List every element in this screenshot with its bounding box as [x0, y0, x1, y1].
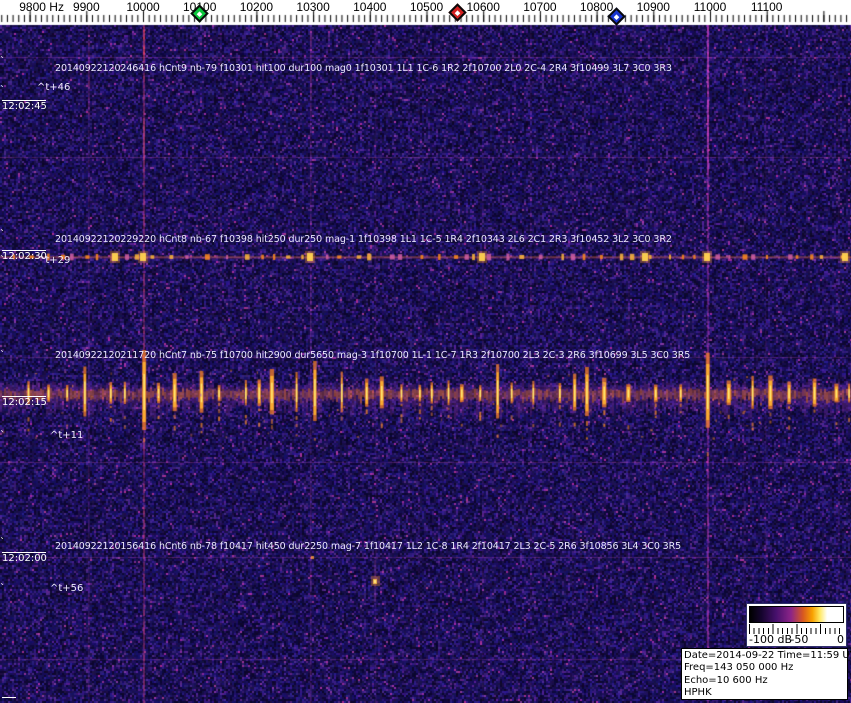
- event-annotation: 20140922120156416 hCnt6 nb-78 f10417 hit…: [55, 541, 682, 552]
- event-time-offset: ^t+56: [50, 583, 84, 594]
- info-box: Date=2014-09-22 Time=11:59 UTC Freq=143 …: [681, 648, 851, 700]
- time-tick: 12:02:00: [2, 552, 47, 564]
- colorbar-panel: -100 dB -50 0: [746, 603, 847, 647]
- left-tick-mark: `: [0, 537, 5, 548]
- time-label: 12:02:00: [2, 553, 47, 564]
- freq-tick-label: 10700: [523, 0, 557, 14]
- event-annotation: 20140922120246416 hCnt9 nb-79 f10301 hit…: [55, 63, 672, 74]
- event-annotation: 20140922120229220 hCnt8 nb-67 f10398 hit…: [55, 234, 672, 245]
- event-annotation: 20140922120211720 hCnt7 nb-75 f10700 hit…: [55, 350, 691, 361]
- left-tick-mark: `: [0, 430, 5, 441]
- freq-tick-label: 10000: [126, 0, 160, 14]
- left-tick-mark: `: [0, 56, 5, 67]
- time-tick: 12:02:45: [2, 100, 47, 112]
- freq-tick-label: 10600: [466, 0, 500, 14]
- left-tick-mark: `: [0, 85, 5, 96]
- freq-tick-label: 10400: [353, 0, 387, 14]
- colorbar-gradient: [749, 606, 844, 623]
- freq-tick-label: 11000: [693, 0, 727, 14]
- info-frequency: Freq=143 050 000 Hz: [684, 662, 794, 674]
- left-tick-mark: `: [0, 229, 5, 240]
- time-label: 12:02:15: [2, 397, 47, 408]
- info-station-code: HPHK: [684, 687, 712, 699]
- time-tick: 12:02:30: [2, 250, 47, 262]
- freq-tick-label: 10500: [409, 0, 444, 14]
- freq-tick-label: 10900: [636, 0, 670, 14]
- time-tick-partial: [2, 697, 16, 698]
- freq-tick-label: 11100: [750, 0, 783, 14]
- freq-tick-label: 10800: [579, 0, 614, 14]
- info-echo: Echo=10 600 Hz: [684, 674, 768, 686]
- freq-tick-label: 10200: [239, 0, 274, 14]
- time-tick: 12:02:15: [2, 396, 47, 408]
- freq-tick-label: 9800 Hz: [19, 0, 64, 14]
- colorbar-label-max: 0: [837, 633, 844, 646]
- left-tick-mark: `: [0, 255, 5, 266]
- time-label: 12:02:45: [2, 101, 47, 112]
- freq-tick-label: 9900: [72, 0, 100, 14]
- colorbar-label-min: -100 dB: [749, 633, 792, 646]
- freq-tick-label: 10300: [296, 0, 330, 14]
- colorbar-label-mid: -50: [790, 633, 809, 646]
- time-label: 12:02:30: [2, 251, 47, 262]
- radio-meteor-spectrogram-window: 9800 Hz990010000101001020010300104001050…: [0, 0, 851, 703]
- colorbar-labels: -100 dB -50 0: [749, 633, 844, 646]
- left-tick-mark: `: [0, 350, 5, 361]
- left-tick-mark: `: [0, 583, 5, 594]
- event-time-offset: ^t+46: [37, 82, 71, 93]
- info-date-time: Date=2014-09-22 Time=11:59 UTC: [684, 650, 851, 661]
- event-time-offset: ^t+11: [50, 430, 84, 441]
